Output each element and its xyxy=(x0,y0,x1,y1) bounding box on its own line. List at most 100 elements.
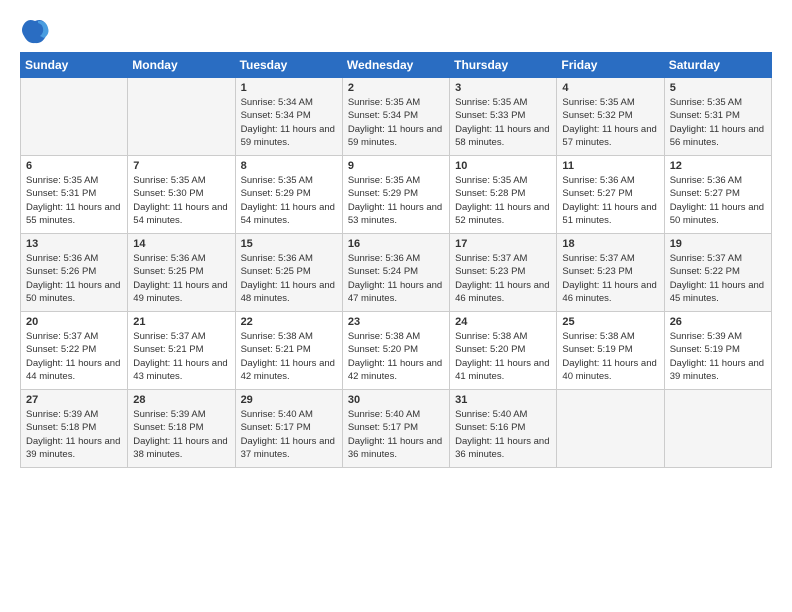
calendar-cell: 21Sunrise: 5:37 AM Sunset: 5:21 PM Dayli… xyxy=(128,312,235,390)
day-number: 27 xyxy=(26,394,122,406)
day-info: Sunrise: 5:35 AM Sunset: 5:33 PM Dayligh… xyxy=(455,96,551,149)
day-number: 7 xyxy=(133,160,229,172)
calendar-cell: 2Sunrise: 5:35 AM Sunset: 5:34 PM Daylig… xyxy=(342,78,449,156)
calendar-cell: 15 Sunrise: 5:36 AM Sunset: 5:25 PM Dayli… xyxy=(235,234,342,312)
calendar-cell: 4 Sunrise: 5:35 AM Sunset: 5:32 PM Daylig… xyxy=(557,78,664,156)
day-info: Sunrise: 5:36 AM Sunset: 5:27 PM Dayligh… xyxy=(562,174,658,227)
day-info: Sunrise: 5:35 AM Sunset: 5:31 PM Dayligh… xyxy=(26,174,122,227)
calendar-cell: 20 Sunrise: 5:37 AM Sunset: 5:22 PM Dayli… xyxy=(21,312,128,390)
calendar-cell: 13 Sunrise: 5:36 AM Sunset: 5:26 PM Dayli… xyxy=(21,234,128,312)
calendar-body: 1 Sunrise: 5:34 AM Sunset: 5:34 PM Daylig… xyxy=(21,78,772,468)
day-number: 20 xyxy=(26,316,122,328)
calendar-cell: 7 Sunrise: 5:35 AM Sunset: 5:30 PM Daylig… xyxy=(128,156,235,234)
day-info: Sunrise: 5:35 AM Sunset: 5:29 PM Dayligh… xyxy=(241,174,337,227)
header-cell-sunday: Sunday xyxy=(21,53,128,78)
calendar-cell: 27Sunrise: 5:39 AM Sunset: 5:18 PM Dayli… xyxy=(21,390,128,468)
header-cell-friday: Friday xyxy=(557,53,664,78)
day-info: Sunrise: 5:38 AM Sunset: 5:20 PM Dayligh… xyxy=(348,330,444,383)
day-number: 25 xyxy=(562,316,658,328)
day-number: 14 xyxy=(133,238,229,250)
day-number: 15 xyxy=(241,238,337,250)
calendar-cell: 23 Sunrise: 5:38 AM Sunset: 5:20 PM Dayli… xyxy=(342,312,449,390)
day-info: Sunrise: 5:37 AM Sunset: 5:23 PM Dayligh… xyxy=(562,252,658,305)
calendar-cell: 11 Sunrise: 5:36 AM Sunset: 5:27 PM Dayli… xyxy=(557,156,664,234)
header-cell-thursday: Thursday xyxy=(450,53,557,78)
day-number: 23 xyxy=(348,316,444,328)
day-info: Sunrise: 5:37 AM Sunset: 5:22 PM Dayligh… xyxy=(26,330,122,383)
day-number: 22 xyxy=(241,316,337,328)
day-info: Sunrise: 5:36 AM Sunset: 5:26 PM Dayligh… xyxy=(26,252,122,305)
day-number: 8 xyxy=(241,160,337,172)
page-container: SundayMondayTuesdayWednesdayThursdayFrid… xyxy=(0,0,792,478)
week-row-2: 13 Sunrise: 5:36 AM Sunset: 5:26 PM Dayli… xyxy=(21,234,772,312)
day-number: 4 xyxy=(562,82,658,94)
calendar-cell: 25 Sunrise: 5:38 AM Sunset: 5:19 PM Dayli… xyxy=(557,312,664,390)
calendar-cell xyxy=(21,78,128,156)
day-info: Sunrise: 5:35 AM Sunset: 5:28 PM Dayligh… xyxy=(455,174,551,227)
day-number: 13 xyxy=(26,238,122,250)
calendar-cell: 12Sunrise: 5:36 AM Sunset: 5:27 PM Dayli… xyxy=(664,156,771,234)
day-number: 30 xyxy=(348,394,444,406)
day-info: Sunrise: 5:38 AM Sunset: 5:21 PM Dayligh… xyxy=(241,330,337,383)
day-number: 31 xyxy=(455,394,551,406)
week-row-4: 27 Sunrise: 5:39 AM Sunset: 5:18 PM Dayli… xyxy=(21,390,772,468)
header-row: SundayMondayTuesdayWednesdayThursdayFrid… xyxy=(21,53,772,78)
day-number: 1 xyxy=(241,82,337,94)
calendar-cell: 31 Sunrise: 5:40 AM Sunset: 5:16 PM Dayli… xyxy=(450,390,557,468)
calendar-cell: 18Sunrise: 5:37 AM Sunset: 5:23 PM Dayli… xyxy=(557,234,664,312)
calendar-cell: 10 Sunrise: 5:35 AM Sunset: 5:28 PM Dayli… xyxy=(450,156,557,234)
logo-icon xyxy=(20,16,50,46)
calendar-cell: 5 Sunrise: 5:35 AM Sunset: 5:31 PM Daylig… xyxy=(664,78,771,156)
day-info: Sunrise: 5:39 AM Sunset: 5:18 PM Dayligh… xyxy=(133,408,229,461)
day-number: 24 xyxy=(455,316,551,328)
day-info: Sunrise: 5:35 AM Sunset: 5:30 PM Dayligh… xyxy=(133,174,229,227)
calendar-cell: 3Sunrise: 5:35 AM Sunset: 5:33 PM Daylig… xyxy=(450,78,557,156)
day-info: Sunrise: 5:36 AM Sunset: 5:25 PM Dayligh… xyxy=(133,252,229,305)
header-cell-tuesday: Tuesday xyxy=(235,53,342,78)
calendar-cell: 22 Sunrise: 5:38 AM Sunset: 5:21 PM Dayli… xyxy=(235,312,342,390)
calendar-cell: 30 Sunrise: 5:40 AM Sunset: 5:17 PM Dayli… xyxy=(342,390,449,468)
day-info: Sunrise: 5:36 AM Sunset: 5:25 PM Dayligh… xyxy=(241,252,337,305)
day-number: 9 xyxy=(348,160,444,172)
week-row-1: 6Sunrise: 5:35 AM Sunset: 5:31 PM Daylig… xyxy=(21,156,772,234)
day-number: 10 xyxy=(455,160,551,172)
day-info: Sunrise: 5:34 AM Sunset: 5:34 PM Dayligh… xyxy=(241,96,337,149)
calendar-header: SundayMondayTuesdayWednesdayThursdayFrid… xyxy=(21,53,772,78)
day-number: 2 xyxy=(348,82,444,94)
week-row-0: 1 Sunrise: 5:34 AM Sunset: 5:34 PM Daylig… xyxy=(21,78,772,156)
header-cell-monday: Monday xyxy=(128,53,235,78)
calendar-cell: 6Sunrise: 5:35 AM Sunset: 5:31 PM Daylig… xyxy=(21,156,128,234)
calendar-cell: 16Sunrise: 5:36 AM Sunset: 5:24 PM Dayli… xyxy=(342,234,449,312)
day-info: Sunrise: 5:40 AM Sunset: 5:16 PM Dayligh… xyxy=(455,408,551,461)
calendar-cell xyxy=(557,390,664,468)
day-info: Sunrise: 5:37 AM Sunset: 5:21 PM Dayligh… xyxy=(133,330,229,383)
day-info: Sunrise: 5:39 AM Sunset: 5:19 PM Dayligh… xyxy=(670,330,766,383)
calendar-cell: 8 Sunrise: 5:35 AM Sunset: 5:29 PM Daylig… xyxy=(235,156,342,234)
calendar-cell: 24 Sunrise: 5:38 AM Sunset: 5:20 PM Dayli… xyxy=(450,312,557,390)
calendar-cell xyxy=(128,78,235,156)
header-cell-wednesday: Wednesday xyxy=(342,53,449,78)
day-number: 28 xyxy=(133,394,229,406)
day-info: Sunrise: 5:37 AM Sunset: 5:23 PM Dayligh… xyxy=(455,252,551,305)
header xyxy=(20,16,772,46)
day-info: Sunrise: 5:38 AM Sunset: 5:19 PM Dayligh… xyxy=(562,330,658,383)
day-number: 5 xyxy=(670,82,766,94)
calendar-cell: 1 Sunrise: 5:34 AM Sunset: 5:34 PM Daylig… xyxy=(235,78,342,156)
header-cell-saturday: Saturday xyxy=(664,53,771,78)
logo xyxy=(20,16,54,46)
day-info: Sunrise: 5:38 AM Sunset: 5:20 PM Dayligh… xyxy=(455,330,551,383)
calendar-cell: 28 Sunrise: 5:39 AM Sunset: 5:18 PM Dayli… xyxy=(128,390,235,468)
calendar-table: SundayMondayTuesdayWednesdayThursdayFrid… xyxy=(20,52,772,468)
day-info: Sunrise: 5:40 AM Sunset: 5:17 PM Dayligh… xyxy=(241,408,337,461)
day-info: Sunrise: 5:35 AM Sunset: 5:32 PM Dayligh… xyxy=(562,96,658,149)
day-number: 26 xyxy=(670,316,766,328)
day-number: 17 xyxy=(455,238,551,250)
day-number: 11 xyxy=(562,160,658,172)
day-info: Sunrise: 5:35 AM Sunset: 5:29 PM Dayligh… xyxy=(348,174,444,227)
day-number: 12 xyxy=(670,160,766,172)
day-number: 29 xyxy=(241,394,337,406)
week-row-3: 20 Sunrise: 5:37 AM Sunset: 5:22 PM Dayli… xyxy=(21,312,772,390)
day-info: Sunrise: 5:37 AM Sunset: 5:22 PM Dayligh… xyxy=(670,252,766,305)
day-info: Sunrise: 5:40 AM Sunset: 5:17 PM Dayligh… xyxy=(348,408,444,461)
day-info: Sunrise: 5:35 AM Sunset: 5:31 PM Dayligh… xyxy=(670,96,766,149)
